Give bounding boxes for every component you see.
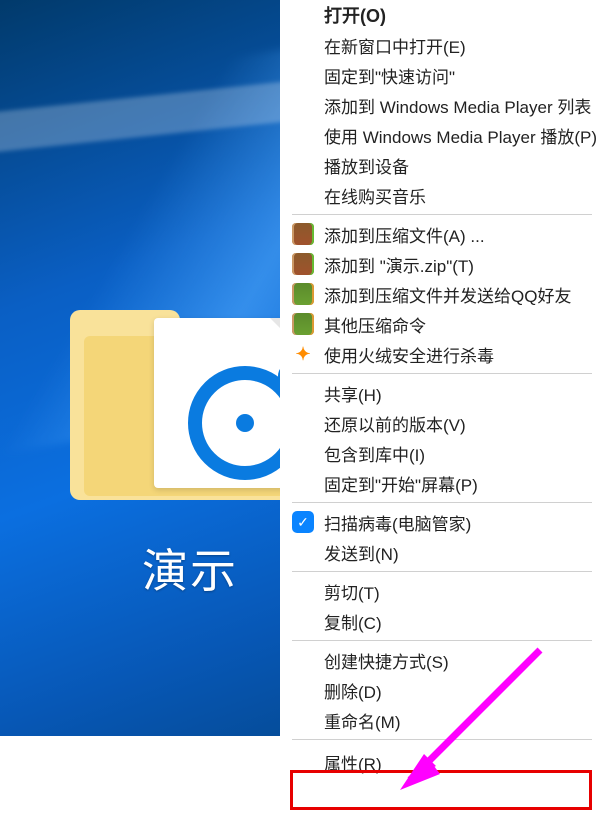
menu-item-add-to-named-zip[interactable]: 添加到 "演示.zip"(T) (286, 249, 600, 279)
menu-item-open[interactable]: 打开(O) (286, 0, 600, 30)
menu-item-play-wmp[interactable]: 使用 Windows Media Player 播放(P) (286, 120, 600, 150)
menu-item-pin-to-start[interactable]: 固定到"开始"屏幕(P) (286, 468, 600, 498)
menu-separator (292, 373, 592, 374)
flame-icon: ✦ (292, 343, 314, 365)
menu-item-rename[interactable]: 重命名(M) (286, 705, 600, 735)
menu-item-open-new-window[interactable]: 在新窗口中打开(E) (286, 30, 600, 60)
menu-item-share[interactable]: 共享(H) (286, 378, 600, 408)
menu-item-add-archive-send-qq[interactable]: 添加到压缩文件并发送给QQ好友 (286, 279, 600, 309)
archive-icon (292, 283, 314, 305)
menu-item-cut[interactable]: 剪切(T) (286, 576, 600, 606)
menu-separator (292, 214, 592, 215)
archive-icon (292, 223, 314, 245)
menu-item-delete[interactable]: 删除(D) (286, 675, 600, 705)
menu-item-buy-music-online[interactable]: 在线购买音乐 (286, 180, 600, 210)
folder-icon (70, 310, 310, 500)
shield-icon: ✓ (292, 511, 314, 533)
menu-item-add-wmp-list[interactable]: 添加到 Windows Media Player 列表 (286, 90, 600, 120)
menu-item-properties[interactable]: 属性(R) (286, 744, 600, 780)
menu-separator (292, 640, 592, 641)
archive-icon (292, 313, 314, 335)
menu-item-include-in-library[interactable]: 包含到库中(I) (286, 438, 600, 468)
context-menu: 打开(O) 在新窗口中打开(E) 固定到"快速访问" 添加到 Windows M… (280, 0, 600, 822)
menu-item-create-shortcut[interactable]: 创建快捷方式(S) (286, 645, 600, 675)
menu-item-play-to-device[interactable]: 播放到设备 (286, 150, 600, 180)
menu-separator (292, 502, 592, 503)
menu-item-pin-quick-access[interactable]: 固定到"快速访问" (286, 60, 600, 90)
menu-separator (292, 571, 592, 572)
menu-separator (292, 739, 592, 740)
screenshot-root: 演示 打开(O) 在新窗口中打开(E) 固定到"快速访问" 添加到 Window… (0, 0, 600, 822)
menu-item-send-to[interactable]: 发送到(N) (286, 537, 600, 567)
menu-item-restore-previous[interactable]: 还原以前的版本(V) (286, 408, 600, 438)
menu-item-add-to-archive[interactable]: 添加到压缩文件(A) ... (286, 219, 600, 249)
archive-icon (292, 253, 314, 275)
menu-item-other-archive-cmd[interactable]: 其他压缩命令 (286, 309, 600, 339)
menu-item-scan-guanjia[interactable]: ✓ 扫描病毒(电脑管家) (286, 507, 600, 537)
menu-item-copy[interactable]: 复制(C) (286, 606, 600, 636)
menu-item-huorong-scan[interactable]: ✦ 使用火绒安全进行杀毒 (286, 339, 600, 369)
